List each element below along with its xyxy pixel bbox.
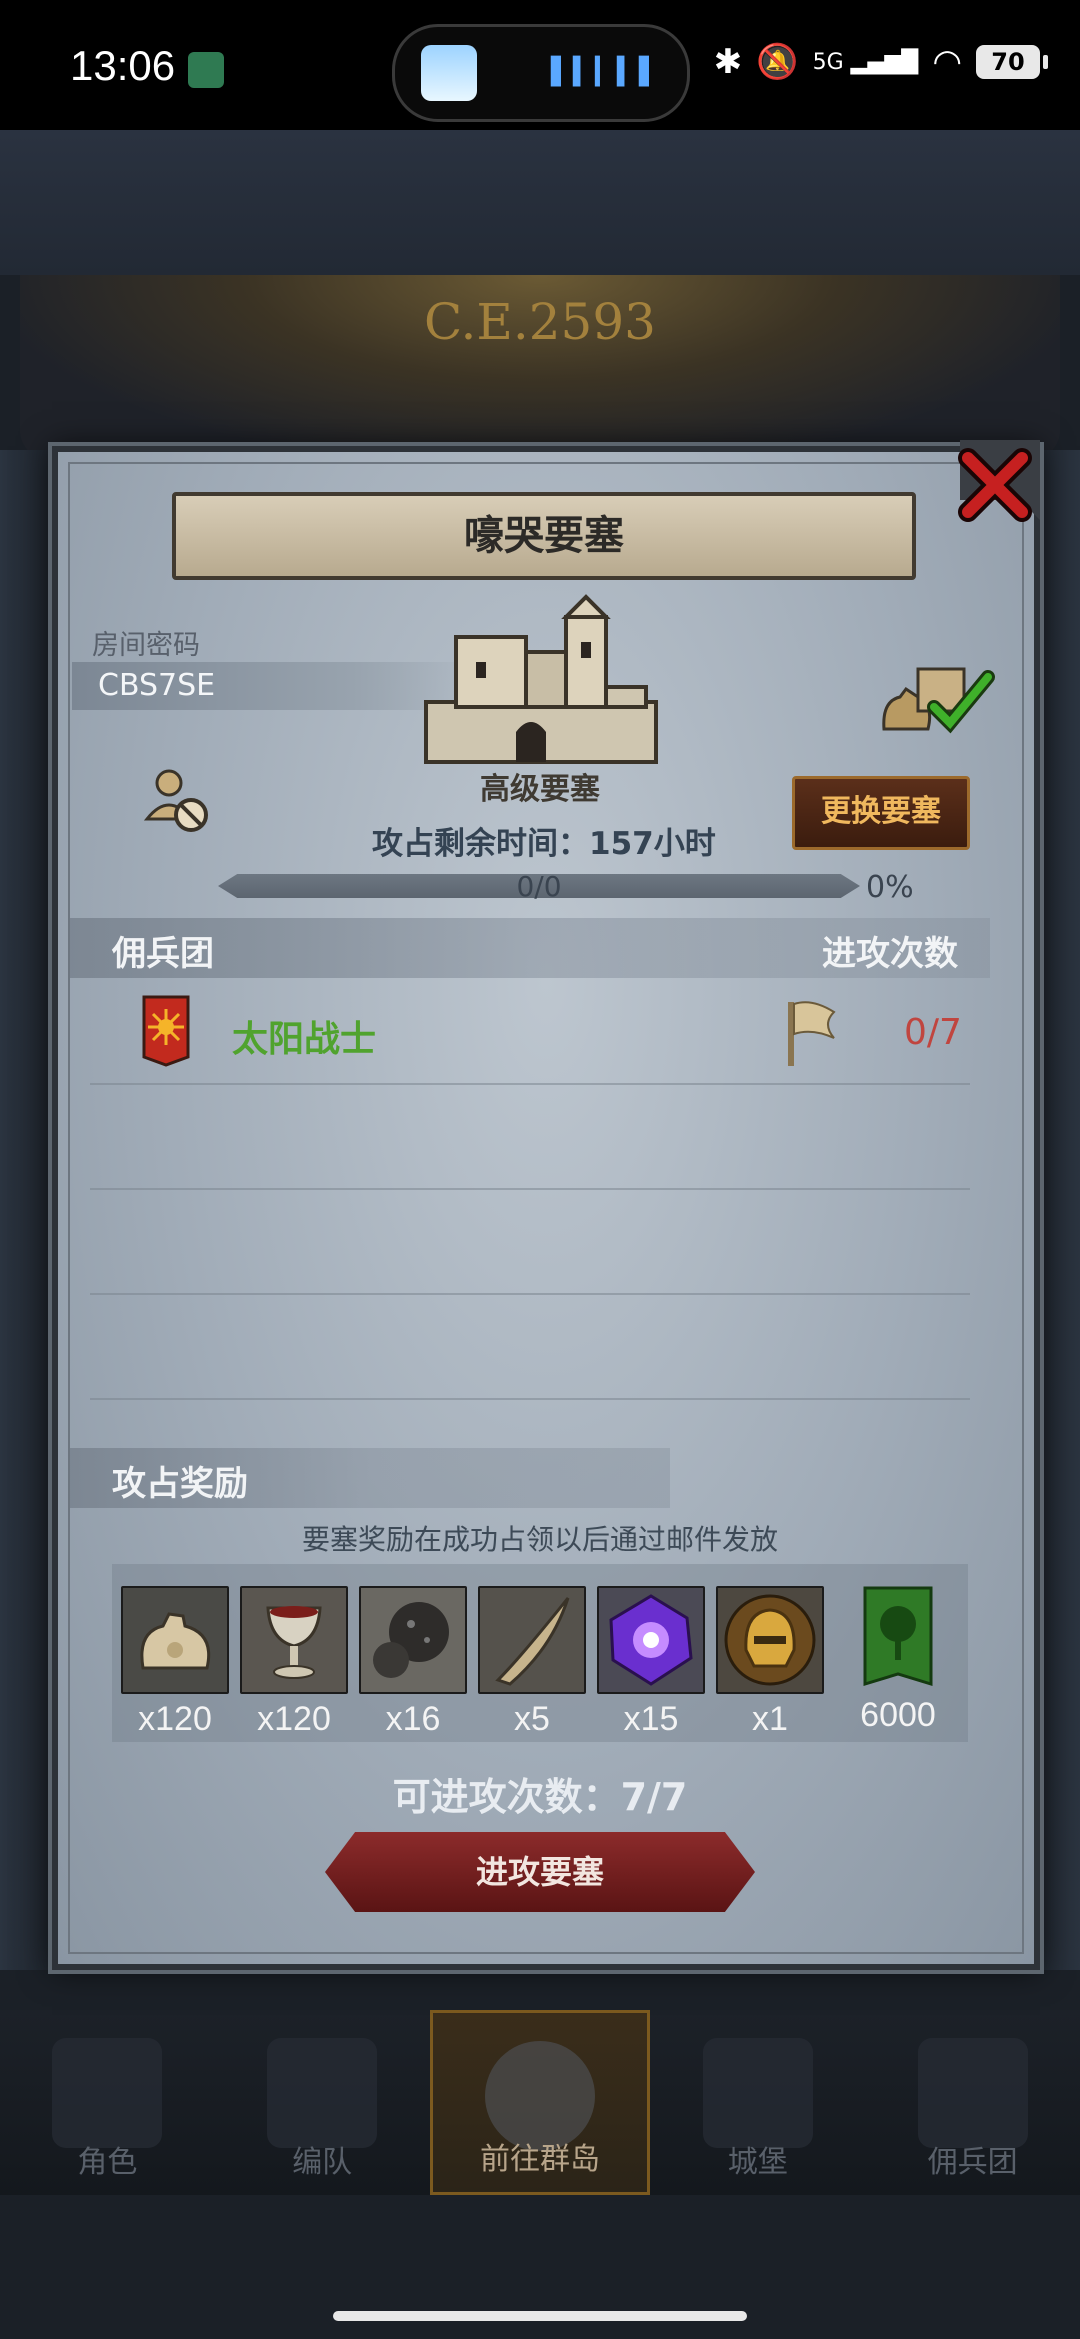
dialog-title: 嚎哭要塞 <box>172 492 916 580</box>
reward-item[interactable]: x1 <box>716 1586 824 1739</box>
purple-crystal-icon <box>597 1586 705 1694</box>
nav-label: 角色 <box>77 2145 138 2180</box>
guild-attack-count: 0/7 <box>904 1012 962 1053</box>
battery-indicator: 70 <box>976 45 1048 79</box>
reward-qty: x16 <box>385 1700 441 1738</box>
castle-icon <box>702 2038 813 2148</box>
progress-text: 0/0 <box>516 870 562 903</box>
reward-item[interactable]: x120 <box>121 1586 229 1739</box>
reward-qty: x15 <box>623 1700 679 1738</box>
row-divider <box>90 1398 970 1400</box>
reward-item[interactable]: x5 <box>478 1586 586 1739</box>
reward-qty: 6000 <box>860 1696 936 1734</box>
row-divider <box>90 1293 970 1295</box>
rewards-note: 要塞奖励在成功占领以后通过邮件发放 <box>301 1523 778 1556</box>
fortress-icon <box>424 594 658 764</box>
audio-wave-icon: ▌▍▎▍▌ <box>551 57 661 87</box>
room-password-label: 房间密码 <box>92 630 200 661</box>
wifi-icon: ◠ <box>932 42 962 82</box>
rewards-header: 攻占奖励 <box>112 1464 248 1504</box>
status-icons: ✱ 🔕 5G ▂▄▆█ ◠ 70 <box>713 42 1048 82</box>
bluetooth-icon: ✱ <box>713 42 743 82</box>
row-divider <box>90 1083 970 1085</box>
status-bar: 13:06 ▌▍▎▍▌ ✱ 🔕 5G ▂▄▆█ ◠ 70 <box>0 0 1080 130</box>
helmet-icon <box>267 2038 378 2148</box>
knight-icon <box>52 2038 163 2148</box>
dynamic-island[interactable]: ▌▍▎▍▌ <box>392 24 690 122</box>
attack-count-header: 进攻次数 <box>822 934 958 974</box>
reward-qty: x120 <box>257 1700 331 1738</box>
background-left-edge <box>0 450 50 1970</box>
goblet-icon <box>240 1586 348 1694</box>
reward-item[interactable]: x120 <box>240 1586 348 1739</box>
home-indicator[interactable] <box>333 2311 747 2321</box>
nav-item-character[interactable]: 角色 <box>0 2010 215 2195</box>
mute-icon: 🔕 <box>756 42 799 82</box>
attack-flag-icon <box>788 1001 836 1066</box>
nav-label: 城堡 <box>727 2145 788 2180</box>
reward-item[interactable]: x16 <box>359 1586 467 1739</box>
bottom-nav: 角色 编队 前往群岛 城堡 佣兵团 <box>0 2010 1080 2195</box>
banner-icon <box>917 2038 1028 2148</box>
nav-label: 佣兵团 <box>927 2145 1018 2180</box>
available-attacks: 可进攻次数：7/7 <box>392 1775 688 1819</box>
guild-name[interactable]: 太阳战士 <box>232 1010 376 1062</box>
tree-banner-icon <box>863 1586 933 1690</box>
ore-icon <box>359 1586 467 1694</box>
close-icon[interactable] <box>950 440 1040 530</box>
attack-fortress-label[interactable]: 进攻要塞 <box>325 1832 755 1912</box>
loot-claimed-icon[interactable] <box>878 655 996 735</box>
nav-label: 前往群岛 <box>479 2142 600 2177</box>
room-password-value[interactable]: CBS7SE <box>98 668 215 703</box>
era-label: C.E.2593 <box>423 293 656 351</box>
clock: 13:06 <box>70 42 176 89</box>
change-fortress-button[interactable]: 更换要塞 <box>792 776 970 850</box>
reward-qty: x120 <box>138 1700 212 1738</box>
nav-item-mercenary[interactable]: 佣兵团 <box>865 2010 1080 2195</box>
nav-label: 编队 <box>292 2145 353 2180</box>
progress-percent: 0% <box>866 870 914 905</box>
row-divider <box>90 1188 970 1190</box>
reward-qty: x1 <box>752 1700 788 1738</box>
nav-item-formation[interactable]: 编队 <box>215 2010 430 2195</box>
mercenary-header: 佣兵团 <box>112 934 214 974</box>
notification-app-icon <box>188 52 224 88</box>
golden-helmet-icon <box>716 1586 824 1694</box>
nav-item-islands[interactable]: 前往群岛 <box>429 2010 651 2195</box>
reward-qty: x5 <box>514 1700 550 1738</box>
horn-icon <box>478 1586 586 1694</box>
era-dial: C.E.2593 <box>20 275 1060 460</box>
signal-icon: 5G ▂▄▆█ <box>812 49 919 75</box>
sun-banner-icon <box>142 995 190 1067</box>
reward-item[interactable]: 6000 <box>846 1586 950 1735</box>
background-header <box>0 130 1080 275</box>
remaining-time: 攻占剩余时间：157小时 <box>372 826 716 862</box>
pouch-icon <box>121 1586 229 1694</box>
reward-item[interactable]: x15 <box>597 1586 705 1739</box>
media-app-icon <box>421 45 477 101</box>
no-guest-icon <box>143 769 208 832</box>
nav-item-castle[interactable]: 城堡 <box>650 2010 865 2195</box>
fortress-level: 高级要塞 <box>480 772 600 807</box>
